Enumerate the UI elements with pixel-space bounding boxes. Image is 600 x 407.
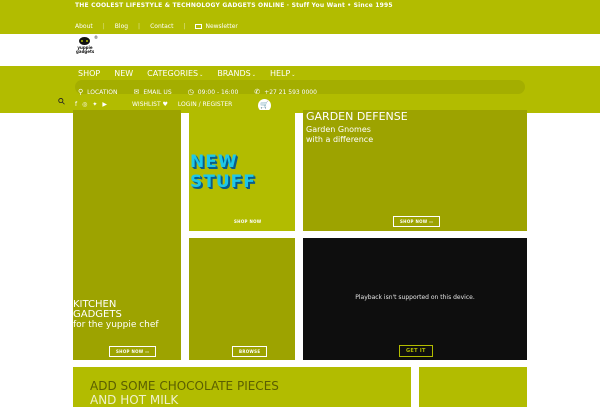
nav-label: CATEGORIES bbox=[147, 69, 199, 78]
divider: | bbox=[183, 23, 186, 30]
registered-mark: ® bbox=[94, 35, 98, 40]
login-link[interactable]: LOGIN / REGISTER bbox=[178, 101, 232, 108]
nav-label: HELP bbox=[269, 69, 291, 78]
new-stuff-label: NEW STUFF bbox=[190, 152, 256, 192]
button-label: SHOP NOW bbox=[234, 219, 262, 224]
garden-tile-text: GARDEN DEFENSE Garden Gnomes with a diff… bbox=[306, 111, 408, 145]
chevron-down-icon: ⌄ bbox=[291, 72, 296, 78]
phone-icon: ✆ bbox=[254, 88, 261, 96]
location-label: LOCATION bbox=[87, 89, 118, 96]
logo-line-2: gadgets bbox=[76, 49, 95, 54]
info-bar: ⚲ LOCATION ✉ EMAIL US ◷ 09:00 - 16:00 ✆ +27 … bbox=[78, 88, 317, 96]
nav-label: NEW bbox=[114, 69, 134, 78]
button-label: SHOP NOW bbox=[116, 349, 144, 354]
divider: | bbox=[138, 23, 141, 30]
mail-icon bbox=[195, 24, 203, 29]
garden-title: GARDEN DEFENSE bbox=[306, 110, 408, 123]
instagram-icon[interactable]: ◎ bbox=[82, 101, 87, 108]
button-label: BROWSE bbox=[239, 349, 261, 354]
chevron-down-icon: ⌄ bbox=[251, 72, 256, 78]
browse-button[interactable]: BROWSE bbox=[232, 346, 268, 357]
top-link-newsletter[interactable]: Newsletter bbox=[195, 23, 238, 30]
button-label: SHOP NOW bbox=[400, 219, 428, 224]
location-link[interactable]: ⚲ LOCATION bbox=[78, 88, 117, 96]
kitchen-tile-text: KITCHEN GADGETS for the yuppie chef bbox=[73, 299, 159, 331]
garden-subtitle: Garden Gnomes with a difference bbox=[306, 125, 374, 144]
nav-item-new[interactable]: NEW bbox=[114, 69, 133, 78]
nav-item-help[interactable]: HELP⌄ bbox=[270, 69, 296, 78]
nav-label: BRANDS bbox=[217, 69, 251, 78]
hours-info: ◷ 09:00 - 16:00 bbox=[188, 88, 239, 96]
user-links: WISHLIST ♥ LOGIN / REGISTER bbox=[132, 101, 232, 108]
top-links: About | Blog | Contact | Newsletter bbox=[75, 23, 238, 30]
logo-text: yuppie gadgets bbox=[76, 46, 94, 54]
clock-icon: ◷ bbox=[187, 88, 194, 96]
top-link-contact[interactable]: Contact bbox=[150, 23, 173, 30]
wishlist-link[interactable]: WISHLIST ♥ bbox=[132, 101, 168, 108]
top-link-about[interactable]: About bbox=[75, 23, 93, 30]
divider: | bbox=[102, 23, 105, 30]
logo-face-icon bbox=[79, 37, 90, 45]
youtube-icon[interactable]: ▶ bbox=[102, 101, 107, 108]
email-link[interactable]: ✉ EMAIL US bbox=[133, 88, 171, 96]
nav-item-shop[interactable]: SHOP bbox=[78, 69, 100, 78]
nav-label: SHOP bbox=[78, 69, 101, 78]
new-stuff-title: NEW STUFF bbox=[190, 152, 270, 192]
button-label: GET IT bbox=[406, 348, 426, 354]
browse-tile[interactable] bbox=[189, 238, 295, 360]
facebook-icon[interactable]: f bbox=[75, 101, 77, 108]
envelope-icon: ✉ bbox=[133, 88, 140, 96]
garden-tile-extension bbox=[409, 110, 527, 231]
phone-label: +27 21 593 0000 bbox=[264, 89, 317, 96]
nav-item-brands[interactable]: BRANDS⌄ bbox=[217, 69, 256, 78]
hours-label: 09:00 - 16:00 bbox=[197, 89, 239, 96]
social-links: f ◎ ✦ ▶ bbox=[75, 101, 107, 108]
get-it-button[interactable]: GET IT bbox=[399, 345, 433, 357]
new-stuff-shop-now-button[interactable]: SHOP NOW bbox=[228, 217, 268, 226]
logo-eye bbox=[86, 40, 88, 42]
wishlist-label: WISHLIST bbox=[132, 101, 161, 108]
email-label: EMAIL US bbox=[143, 89, 172, 96]
side-tile[interactable] bbox=[419, 367, 527, 407]
newsletter-label: Newsletter bbox=[205, 23, 238, 30]
garden-shop-now-button[interactable]: SHOP NOW ▭ bbox=[393, 216, 441, 227]
kitchen-subtitle: for the yuppie chef bbox=[73, 320, 159, 330]
nav-item-categories[interactable]: CATEGORIES⌄ bbox=[147, 69, 203, 78]
twitter-icon[interactable]: ✦ bbox=[92, 101, 97, 108]
location-pin-icon: ⚲ bbox=[78, 88, 84, 96]
phone-link[interactable]: ✆ +27 21 593 0000 bbox=[254, 88, 317, 96]
heart-icon: ♥ bbox=[162, 101, 168, 108]
kitchen-title: KITCHEN GADGETS bbox=[73, 299, 122, 320]
chocolate-title: ADD SOME CHOCOLATE PIECES bbox=[90, 379, 279, 393]
playback-message: Playback isn't supported on this device. bbox=[355, 294, 475, 301]
site-tagline: THE COOLEST LIFESTYLE & TECHNOLOGY GADGE… bbox=[75, 2, 393, 9]
main-nav: SHOP NEW CATEGORIES⌄ BRANDS⌄ HELP⌄ bbox=[78, 69, 296, 78]
site-logo[interactable]: yuppie gadgets ® bbox=[76, 35, 98, 63]
chevron-down-icon: ⌄ bbox=[199, 72, 204, 78]
top-link-blog[interactable]: Blog bbox=[115, 23, 128, 30]
chocolate-subtitle: AND HOT MILK bbox=[90, 393, 179, 407]
logo-eye bbox=[81, 40, 83, 42]
kitchen-shop-now-button[interactable]: SHOP NOW ▭ bbox=[109, 346, 157, 357]
